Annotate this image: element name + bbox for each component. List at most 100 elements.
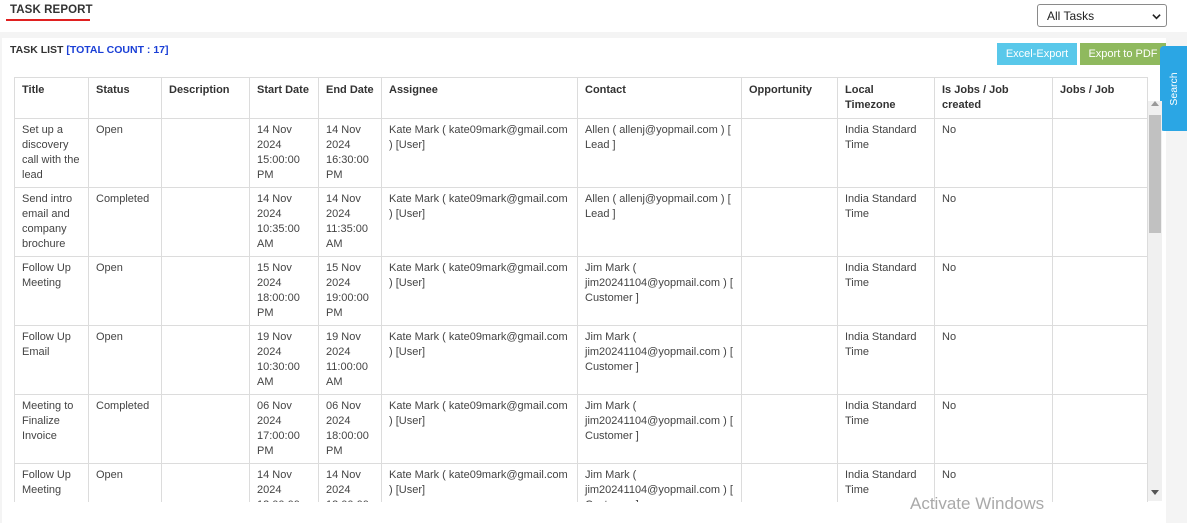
task-table-container: Title Status Description Start Date End … xyxy=(14,77,1164,502)
cell-start-date: 06 Nov 2024 17:00:00 PM xyxy=(249,394,319,464)
cell-jobs xyxy=(1052,118,1148,188)
scroll-down-arrow-icon[interactable] xyxy=(1151,490,1159,495)
cell-status: Completed xyxy=(88,187,162,257)
cell-start-date: 14 Nov 2024 15:00:00 PM xyxy=(249,118,319,188)
export-pdf-button[interactable]: Export to PDF xyxy=(1080,43,1166,65)
cell-assignee: Kate Mark ( kate09mark@gmail.com ) [User… xyxy=(381,256,578,326)
cell-status: Open xyxy=(88,256,162,326)
cell-status: Open xyxy=(88,325,162,395)
cell-opportunity xyxy=(741,187,838,257)
table-row[interactable]: Meeting to Finalize Invoice Completed 06… xyxy=(14,394,1148,464)
cell-is-job-created: No xyxy=(934,118,1053,188)
cell-status: Open xyxy=(88,463,162,502)
cell-timezone: India Standard Time xyxy=(837,325,935,395)
cell-assignee: Kate Mark ( kate09mark@gmail.com ) [User… xyxy=(381,463,578,502)
column-header-title[interactable]: Title xyxy=(14,77,89,119)
cell-status: Completed xyxy=(88,394,162,464)
page-title: TASK REPORT xyxy=(10,4,93,16)
cell-jobs xyxy=(1052,187,1148,257)
top-bar xyxy=(0,0,1187,32)
cell-title: Meeting to Finalize Invoice xyxy=(14,394,89,464)
cell-title: Follow Up Meeting xyxy=(14,256,89,326)
cell-contact: Jim Mark ( jim20241104@yopmail.com ) [ C… xyxy=(577,394,742,464)
cell-description xyxy=(161,325,250,395)
cell-assignee: Kate Mark ( kate09mark@gmail.com ) [User… xyxy=(381,325,578,395)
cell-end-date: 06 Nov 2024 18:00:00 PM xyxy=(318,394,382,464)
column-header-opportunity[interactable]: Opportunity xyxy=(741,77,838,119)
cell-contact: Allen ( allenj@yopmail.com ) [ Lead ] xyxy=(577,118,742,188)
cell-title: Send intro email and company brochure xyxy=(14,187,89,257)
cell-opportunity xyxy=(741,463,838,502)
cell-contact: Allen ( allenj@yopmail.com ) [ Lead ] xyxy=(577,187,742,257)
cell-is-job-created: No xyxy=(934,256,1053,326)
cell-contact: Jim Mark ( jim20241104@yopmail.com ) [ C… xyxy=(577,463,742,502)
chevron-down-icon xyxy=(1152,14,1161,20)
cell-status: Open xyxy=(88,118,162,188)
cell-start-date: 14 Nov 2024 12:00:00 PM xyxy=(249,463,319,502)
table-row[interactable]: Follow Up Meeting Open 15 Nov 2024 18:00… xyxy=(14,256,1148,326)
column-header-description[interactable]: Description xyxy=(161,77,250,119)
task-list-label: TASK LIST xyxy=(10,44,64,56)
table-row[interactable]: Send intro email and company brochure Co… xyxy=(14,187,1148,257)
column-header-assignee[interactable]: Assignee xyxy=(381,77,578,119)
cell-end-date: 19 Nov 2024 11:00:00 AM xyxy=(318,325,382,395)
table-row[interactable]: Follow Up Email Open 19 Nov 2024 10:30:0… xyxy=(14,325,1148,395)
table-row[interactable]: Set up a discovery call with the lead Op… xyxy=(14,118,1148,188)
column-header-jobs[interactable]: Jobs / Job xyxy=(1052,77,1148,119)
cell-contact: Jim Mark ( jim20241104@yopmail.com ) [ C… xyxy=(577,325,742,395)
cell-timezone: India Standard Time xyxy=(837,118,935,188)
cell-title: Follow Up Meeting xyxy=(14,463,89,502)
search-side-tab[interactable]: Search xyxy=(1160,46,1187,131)
cell-opportunity xyxy=(741,256,838,326)
task-filter-select[interactable]: All Tasks xyxy=(1037,4,1167,27)
cell-assignee: Kate Mark ( kate09mark@gmail.com ) [User… xyxy=(381,187,578,257)
cell-jobs xyxy=(1052,256,1148,326)
cell-description xyxy=(161,256,250,326)
column-header-local-timezone[interactable]: Local Timezone xyxy=(837,77,935,119)
cell-title: Follow Up Email xyxy=(14,325,89,395)
cell-title: Set up a discovery call with the lead xyxy=(14,118,89,188)
cell-end-date: 14 Nov 2024 13:00:00 PM xyxy=(318,463,382,502)
cell-opportunity xyxy=(741,394,838,464)
cell-timezone: India Standard Time xyxy=(837,187,935,257)
cell-jobs xyxy=(1052,463,1148,502)
cell-assignee: Kate Mark ( kate09mark@gmail.com ) [User… xyxy=(381,394,578,464)
column-header-status[interactable]: Status xyxy=(88,77,162,119)
cell-start-date: 15 Nov 2024 18:00:00 PM xyxy=(249,256,319,326)
search-side-tab-label: Search xyxy=(1167,71,1180,106)
table-header-row: Title Status Description Start Date End … xyxy=(14,77,1148,119)
task-table: Title Status Description Start Date End … xyxy=(14,77,1148,502)
cell-start-date: 19 Nov 2024 10:30:00 AM xyxy=(249,325,319,395)
activate-windows-watermark: Activate Windows xyxy=(910,494,1045,513)
column-header-is-job-created[interactable]: Is Jobs / Job created xyxy=(934,77,1053,119)
cell-timezone: India Standard Time xyxy=(837,256,935,326)
cell-is-job-created: No xyxy=(934,394,1053,464)
excel-export-button[interactable]: Excel-Export xyxy=(997,43,1077,65)
cell-timezone: India Standard Time xyxy=(837,394,935,464)
cell-end-date: 14 Nov 2024 11:35:00 AM xyxy=(318,187,382,257)
cell-description xyxy=(161,463,250,502)
cell-contact: Jim Mark ( jim20241104@yopmail.com ) [ C… xyxy=(577,256,742,326)
column-header-start-date[interactable]: Start Date xyxy=(249,77,319,119)
cell-opportunity xyxy=(741,325,838,395)
cell-end-date: 15 Nov 2024 19:00:00 PM xyxy=(318,256,382,326)
scrollbar-thumb[interactable] xyxy=(1149,115,1161,233)
task-filter-value: All Tasks xyxy=(1047,9,1095,23)
column-header-contact[interactable]: Contact xyxy=(577,77,742,119)
cell-description xyxy=(161,118,250,188)
cell-opportunity xyxy=(741,118,838,188)
cell-jobs xyxy=(1052,325,1148,395)
table-scrollbar[interactable] xyxy=(1148,101,1162,501)
cell-start-date: 14 Nov 2024 10:35:00 AM xyxy=(249,187,319,257)
title-underline xyxy=(6,19,90,21)
cell-jobs xyxy=(1052,394,1148,464)
task-list-heading: TASK LIST [TOTAL COUNT : 17] xyxy=(10,44,169,56)
cell-description xyxy=(161,394,250,464)
total-count: [TOTAL COUNT : 17] xyxy=(66,44,169,56)
column-header-end-date[interactable]: End Date xyxy=(318,77,382,119)
cell-is-job-created: No xyxy=(934,325,1053,395)
cell-is-job-created: No xyxy=(934,187,1053,257)
cell-description xyxy=(161,187,250,257)
scroll-up-arrow-icon[interactable] xyxy=(1151,101,1159,106)
cell-assignee: Kate Mark ( kate09mark@gmail.com ) [User… xyxy=(381,118,578,188)
